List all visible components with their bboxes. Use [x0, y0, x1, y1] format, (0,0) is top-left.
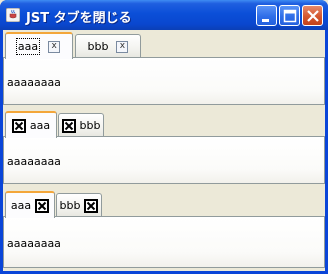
- tab-label: aaa: [29, 119, 51, 132]
- tab-bbb[interactable]: bbb: [56, 193, 102, 217]
- minimize-button[interactable]: [256, 5, 277, 26]
- tab-content-text: aaaaaaaa: [7, 155, 61, 168]
- tabbed-pane-3: aaa bbb: [3, 191, 325, 218]
- minimize-icon: [262, 19, 269, 22]
- close-icon: [307, 10, 319, 22]
- tab-aaa[interactable]: aaa: [5, 191, 55, 218]
- tab-aaa[interactable]: aaa: [5, 111, 57, 138]
- tab-content-panel-1: aaaaaaaa: [3, 57, 325, 105]
- window-title: JST タブを閉じる: [26, 11, 132, 26]
- tab-bbb[interactable]: bbb x: [75, 34, 141, 58]
- client-area: aaa x bbb x aaaaaaaa aaa bbb aaaaaaaa aa…: [3, 30, 325, 271]
- tab-close-icon[interactable]: [35, 198, 50, 213]
- tabbed-pane-1: aaa x bbb x: [3, 32, 325, 59]
- tab-content-text: aaaaaaaa: [7, 237, 61, 250]
- tab-label: bbb: [79, 119, 101, 132]
- tab-content-panel-2: aaaaaaaa: [3, 136, 325, 184]
- tabbed-pane-2: aaa bbb: [3, 111, 325, 138]
- tab-label: aaa: [15, 38, 41, 55]
- maximize-icon: [283, 9, 297, 23]
- tab-bbb[interactable]: bbb: [58, 113, 104, 137]
- app-window: JST タブを閉じる aaa x bbb x aaaaaaaa aaa bbb …: [0, 0, 328, 274]
- tab-close-icon[interactable]: [11, 118, 26, 133]
- tab-content-panel-3: aaaaaaaa: [3, 216, 325, 268]
- tab-label: bbb: [59, 199, 81, 212]
- tab-close-icon[interactable]: x: [116, 40, 129, 53]
- tab-label: bbb: [87, 40, 109, 53]
- title-bar[interactable]: JST タブを閉じる: [0, 0, 328, 30]
- close-button[interactable]: [302, 5, 323, 26]
- maximize-button[interactable]: [279, 5, 300, 26]
- java-coffee-icon: [6, 8, 20, 22]
- tab-content-text: aaaaaaaa: [7, 76, 61, 89]
- tab-label: aaa: [10, 199, 32, 212]
- tab-aaa[interactable]: aaa x: [5, 32, 73, 59]
- tab-close-icon[interactable]: [84, 198, 99, 213]
- tab-close-icon[interactable]: x: [48, 40, 61, 53]
- tab-close-icon[interactable]: [61, 118, 76, 133]
